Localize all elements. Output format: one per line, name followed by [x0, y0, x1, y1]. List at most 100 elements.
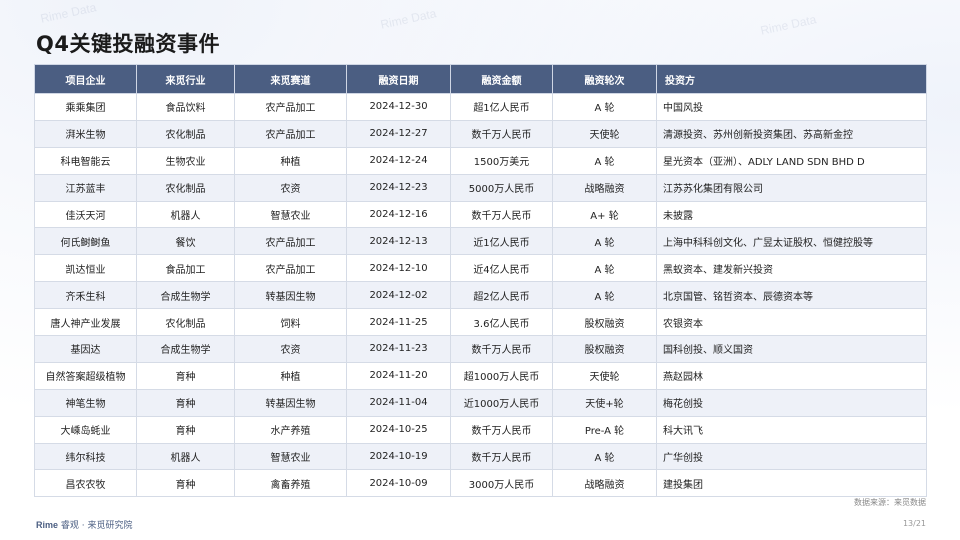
- cell-date: 2024-12-27: [346, 119, 451, 148]
- cell-track: 农资: [234, 335, 347, 363]
- column-header-investors: 投资方: [656, 64, 927, 94]
- cell-date: 2024-10-09: [346, 469, 451, 498]
- cell-track: 农产品加工: [234, 93, 347, 121]
- table-row: 纬尔科技 机器人 智慧农业 2024-10-19 数千万人民币 A 轮 广华创投: [34, 442, 927, 471]
- cell-round: A 轮: [552, 281, 657, 310]
- cell-round: 天使轮: [552, 361, 657, 390]
- cell-round: 战略融资: [552, 469, 657, 498]
- column-header-date: 融资日期: [346, 64, 451, 94]
- cell-company: 自然答案超级植物: [34, 361, 137, 390]
- table-row: 何氏鲥鲥鱼 餐饮 农产品加工 2024-12-13 近1亿人民币 A 轮 上海中…: [34, 227, 927, 256]
- table-row: 自然答案超级植物 育种 种植 2024-11-20 超1000万人民币 天使轮 …: [34, 361, 927, 390]
- cell-round: A 轮: [552, 146, 657, 175]
- cell-industry: 合成生物学: [136, 335, 235, 363]
- cell-investors: 科大讯飞: [656, 415, 927, 444]
- cell-company: 昌农农牧: [34, 469, 137, 498]
- cell-amount: 1500万美元: [450, 146, 553, 175]
- cell-date: 2024-11-20: [346, 361, 451, 390]
- cell-round: A 轮: [552, 93, 657, 121]
- cell-round: A 轮: [552, 442, 657, 471]
- cell-investors: 建投集团: [656, 469, 927, 498]
- cell-track: 农产品加工: [234, 254, 347, 283]
- page-title: Q4关键投融资事件: [36, 32, 220, 56]
- page-number: 13/21: [902, 519, 926, 528]
- brand-logo-text: Rime: [36, 520, 59, 530]
- brand-org-text: 睿观 · 来觅研究院: [60, 521, 133, 531]
- cell-date: 2024-11-23: [346, 335, 451, 363]
- cell-track: 农资: [234, 173, 347, 202]
- cell-investors: 梅花创投: [656, 388, 927, 417]
- cell-round: A 轮: [552, 227, 657, 256]
- cell-date: 2024-12-30: [346, 93, 451, 121]
- cell-amount: 超1000万人民币: [450, 361, 553, 390]
- table-row: 湃米生物 农化制品 农产品加工 2024-12-27 数千万人民币 天使轮 清源…: [34, 119, 927, 148]
- cell-date: 2024-12-16: [346, 200, 451, 229]
- cell-investors: 清源投资、苏州创新投资集团、苏高新金控: [656, 119, 927, 148]
- financing-events-table: 项目企业 来觅行业 来觅赛道 融资日期 融资金额 融资轮次 投资方 乘乘集团 食…: [34, 64, 927, 498]
- cell-company: 江苏蓝丰: [34, 173, 137, 202]
- cell-round: 战略融资: [552, 173, 657, 202]
- cell-company: 大嵊岛蚝业: [34, 415, 137, 444]
- cell-date: 2024-12-13: [346, 227, 451, 256]
- cell-investors: 上海中科科创文化、广昱太证股权、恒健控股等: [656, 227, 927, 256]
- cell-company: 神笔生物: [34, 388, 137, 417]
- cell-company: 乘乘集团: [34, 93, 137, 121]
- table-row: 大嵊岛蚝业 育种 水产养殖 2024-10-25 数千万人民币 Pre-A 轮 …: [34, 415, 927, 444]
- cell-industry: 餐饮: [136, 227, 235, 256]
- cell-round: Pre-A 轮: [552, 415, 657, 444]
- cell-track: 禽畜养殖: [234, 469, 347, 498]
- cell-investors: 燕赵园林: [656, 361, 927, 390]
- cell-amount: 数千万人民币: [450, 200, 553, 229]
- column-header-industry: 来觅行业: [136, 64, 235, 94]
- table-row: 江苏蓝丰 农化制品 农资 2024-12-23 5000万人民币 战略融资 江苏…: [34, 173, 927, 202]
- cell-company: 基因达: [34, 335, 137, 363]
- cell-investors: 农银资本: [656, 308, 927, 337]
- table-row: 乘乘集团 食品饮料 农产品加工 2024-12-30 超1亿人民币 A 轮 中国…: [34, 93, 927, 121]
- cell-amount: 近1000万人民币: [450, 388, 553, 417]
- cell-track: 智慧农业: [234, 442, 347, 471]
- cell-company: 湃米生物: [34, 119, 137, 148]
- cell-round: A 轮: [552, 254, 657, 283]
- cell-amount: 近4亿人民币: [450, 254, 553, 283]
- cell-company: 纬尔科技: [34, 442, 137, 471]
- column-header-company: 项目企业: [34, 64, 137, 94]
- cell-round: 天使轮: [552, 119, 657, 148]
- cell-investors: 未披露: [656, 200, 927, 229]
- cell-industry: 育种: [136, 469, 235, 498]
- cell-round: A+ 轮: [552, 200, 657, 229]
- cell-industry: 农化制品: [136, 119, 235, 148]
- cell-industry: 食品加工: [136, 254, 235, 283]
- table-row: 佳沃天河 机器人 智慧农业 2024-12-16 数千万人民币 A+ 轮 未披露: [34, 200, 927, 229]
- cell-track: 转基因生物: [234, 281, 347, 310]
- cell-investors: 广华创投: [656, 442, 927, 471]
- cell-company: 科电智能云: [34, 146, 137, 175]
- cell-company: 齐禾生科: [34, 281, 137, 310]
- cell-industry: 育种: [136, 388, 235, 417]
- table-row: 神笔生物 育种 转基因生物 2024-11-04 近1000万人民币 天使+轮 …: [34, 388, 927, 417]
- cell-track: 种植: [234, 146, 347, 175]
- cell-track: 转基因生物: [234, 388, 347, 417]
- table-row: 唐人神产业发展 农化制品 饲料 2024-11-25 3.6亿人民币 股权融资 …: [34, 308, 927, 337]
- cell-company: 佳沃天河: [34, 200, 137, 229]
- cell-track: 水产养殖: [234, 415, 347, 444]
- cell-investors: 中国风投: [656, 93, 927, 121]
- table-row: 凯达恒业 食品加工 农产品加工 2024-12-10 近4亿人民币 A 轮 黑蚁…: [34, 254, 927, 283]
- cell-investors: 黑蚁资本、建发新兴投资: [656, 254, 927, 283]
- cell-track: 智慧农业: [234, 200, 347, 229]
- cell-amount: 数千万人民币: [450, 442, 553, 471]
- cell-industry: 农化制品: [136, 308, 235, 337]
- cell-industry: 农化制品: [136, 173, 235, 202]
- cell-date: 2024-10-19: [346, 442, 451, 471]
- cell-date: 2024-12-10: [346, 254, 451, 283]
- footer-brand: Rime 睿观 · 来觅研究院: [36, 518, 132, 531]
- cell-company: 凯达恒业: [34, 254, 137, 283]
- cell-investors: 北京国管、铭哲资本、辰德资本等: [656, 281, 927, 310]
- cell-round: 股权融资: [552, 308, 657, 337]
- cell-industry: 机器人: [136, 200, 235, 229]
- cell-date: 2024-11-25: [346, 308, 451, 337]
- cell-amount: 3000万人民币: [450, 469, 553, 498]
- cell-amount: 超2亿人民币: [450, 281, 553, 310]
- table-header-row: 项目企业 来觅行业 来觅赛道 融资日期 融资金额 融资轮次 投资方: [34, 64, 927, 94]
- cell-amount: 数千万人民币: [450, 335, 553, 363]
- data-source-note: 数据来源：来觅数据: [854, 498, 926, 507]
